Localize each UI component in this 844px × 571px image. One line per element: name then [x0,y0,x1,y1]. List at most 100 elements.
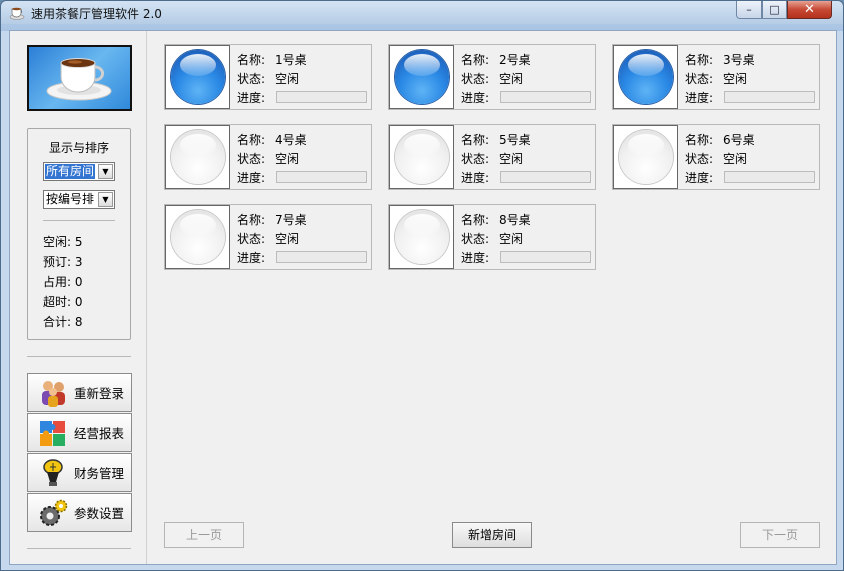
status-ball-icon [170,210,225,264]
stat-reserved: 预订: 3 [43,253,83,270]
progress-label: 进度: [461,171,490,185]
finance-management-button[interactable]: 财务管理 [27,453,132,492]
table-card[interactable]: 名称: 7号桌 状态: 空闲 进度: [164,204,372,270]
name-label: 名称: [685,133,714,147]
stat-value: 8 [74,315,83,329]
table-name: 1号桌 [275,53,307,67]
client-area: 显示与排序 所有房间 ▼ 按编号排 ▼ 空闲: 5 预订: 3 占用: 0 超时… [9,30,837,565]
progress-bar [500,91,591,103]
table-status-image[interactable] [613,125,678,189]
table-card[interactable]: 名称: 6号桌状态: 空闲进度: [612,124,820,190]
status-label: 状态: [237,152,266,166]
add-room-button[interactable]: 新增房间 [452,522,532,548]
stat-occupied: 占用: 0 [43,273,83,290]
left-panel: 显示与排序 所有房间 ▼ 按编号排 ▼ 空闲: 5 预订: 3 占用: 0 超时… [10,31,147,564]
table-card[interactable]: 名称: 3号桌 状态: 空闲 进度: [612,44,820,110]
prev-page-button[interactable]: 上一页 [164,522,244,548]
progress-bar [500,171,591,183]
table-status-image[interactable] [165,125,230,189]
table-progress-row: 进度: [461,249,489,266]
maximize-icon: □ [769,3,780,16]
status-label: 状态: [237,232,266,246]
sort-order-value: 按编号排 [46,192,95,206]
table-status: 空闲 [499,232,524,246]
stat-value: 0 [74,295,83,309]
table-card[interactable]: 名称: 8号桌 状态: 空闲进度: [388,204,596,270]
sort-order-select[interactable]: 按编号排 ▼ [43,190,115,209]
room-filter-value: 所有房间 [43,163,97,180]
table-name-row: 名称: 7号桌 [237,211,307,228]
minimize-icon: – [746,3,752,16]
table-status: 空闲 [723,152,748,166]
table-name: 6号桌 [723,133,755,147]
table-status-row: 状态: 空闲 [461,230,523,247]
table-card[interactable]: 名称: 1号桌 状态: 空闲 进度: [164,44,372,110]
divider [27,548,131,549]
status-ball-icon [618,130,673,184]
close-button[interactable]: ✕ [787,1,832,19]
table-status: 空闲 [275,232,300,246]
nav-label: 参数设置 [74,506,125,521]
progress-label: 进度: [237,91,266,105]
maximize-button[interactable]: □ [762,1,787,19]
table-status: 空闲 [723,72,748,86]
chevron-down-icon[interactable]: ▼ [98,192,113,207]
table-status-image[interactable] [389,45,454,109]
title-bar[interactable]: 速用茶餐厅管理软件 2.0 – □ ✕ [1,1,843,24]
table-status-image[interactable] [389,125,454,189]
nav-label: 重新登录 [74,386,125,401]
table-card[interactable]: 名称: 2号桌 状态: 空闲 进度: [388,44,596,110]
coffee-cup-icon [46,58,112,101]
table-name: 5号桌 [499,133,531,147]
table-card[interactable]: 名称: 4号桌 状态: 空闲 进度: [164,124,372,190]
app-window: 速用茶餐厅管理软件 2.0 – □ ✕ 显示与排序 所有房间 ▼ 按编号排 ▼ … [0,0,844,571]
table-status-image[interactable] [165,205,230,269]
table-name-row: 名称: 8号桌 [461,211,531,228]
stat-value: 0 [74,275,83,289]
name-label: 名称: [237,213,266,227]
progress-label: 进度: [685,171,714,185]
stat-total: 合计: 8 [43,313,83,330]
settings-button[interactable]: 参数设置 [27,493,132,532]
table-status-row: 状态: 空闲 [685,150,747,167]
table-status-image[interactable] [165,45,230,109]
name-label: 名称: [685,53,714,67]
table-status-image[interactable] [389,205,454,269]
table-name-row: 名称: 3号桌 [685,51,755,68]
group-title: 显示与排序 [48,141,109,155]
table-status-row: 状态: 空闲 [461,70,523,87]
progress-label: 进度: [237,171,266,185]
relogin-button[interactable]: 重新登录 [27,373,132,412]
stat-value: 3 [74,255,83,269]
table-progress-row: 进度: [685,89,713,106]
table-name: 8号桌 [499,213,531,227]
status-ball-icon [394,130,449,184]
status-label: 状态: [461,152,490,166]
table-status-row: 状态: 空闲 [685,70,747,87]
progress-bar [276,171,367,183]
table-status-image[interactable] [613,45,678,109]
table-status: 空闲 [499,152,524,166]
stat-free: 空闲: 5 [43,233,83,250]
status-label: 状态: [685,72,714,86]
next-page-button[interactable]: 下一页 [740,522,820,548]
table-status-row: 状态: 空闲 [237,150,299,167]
minimize-button[interactable]: – [736,1,762,19]
table-name-row: 名称: 1号桌 [237,51,307,68]
business-report-button[interactable]: 经营报表 [27,413,132,452]
coffee-cup-logo [27,45,132,111]
room-filter-select[interactable]: 所有房间 ▼ [43,162,115,181]
table-progress-row: 进度: [237,89,265,106]
status-ball-icon [170,130,225,184]
table-card[interactable]: 名称: 5号桌 状态: 空闲 进度: [388,124,596,190]
status-label: 状态: [461,72,490,86]
users-icon [38,378,68,408]
table-progress-row: 进度: [461,169,489,186]
table-status: 空闲 [499,72,524,86]
table-name-row: 名称: 2号桌 [461,51,531,68]
status-ball-icon [170,50,225,104]
stat-value: 5 [74,235,83,249]
chevron-down-icon[interactable]: ▼ [98,164,113,179]
gears-icon [38,498,68,528]
table-status: 空闲 [275,152,300,166]
